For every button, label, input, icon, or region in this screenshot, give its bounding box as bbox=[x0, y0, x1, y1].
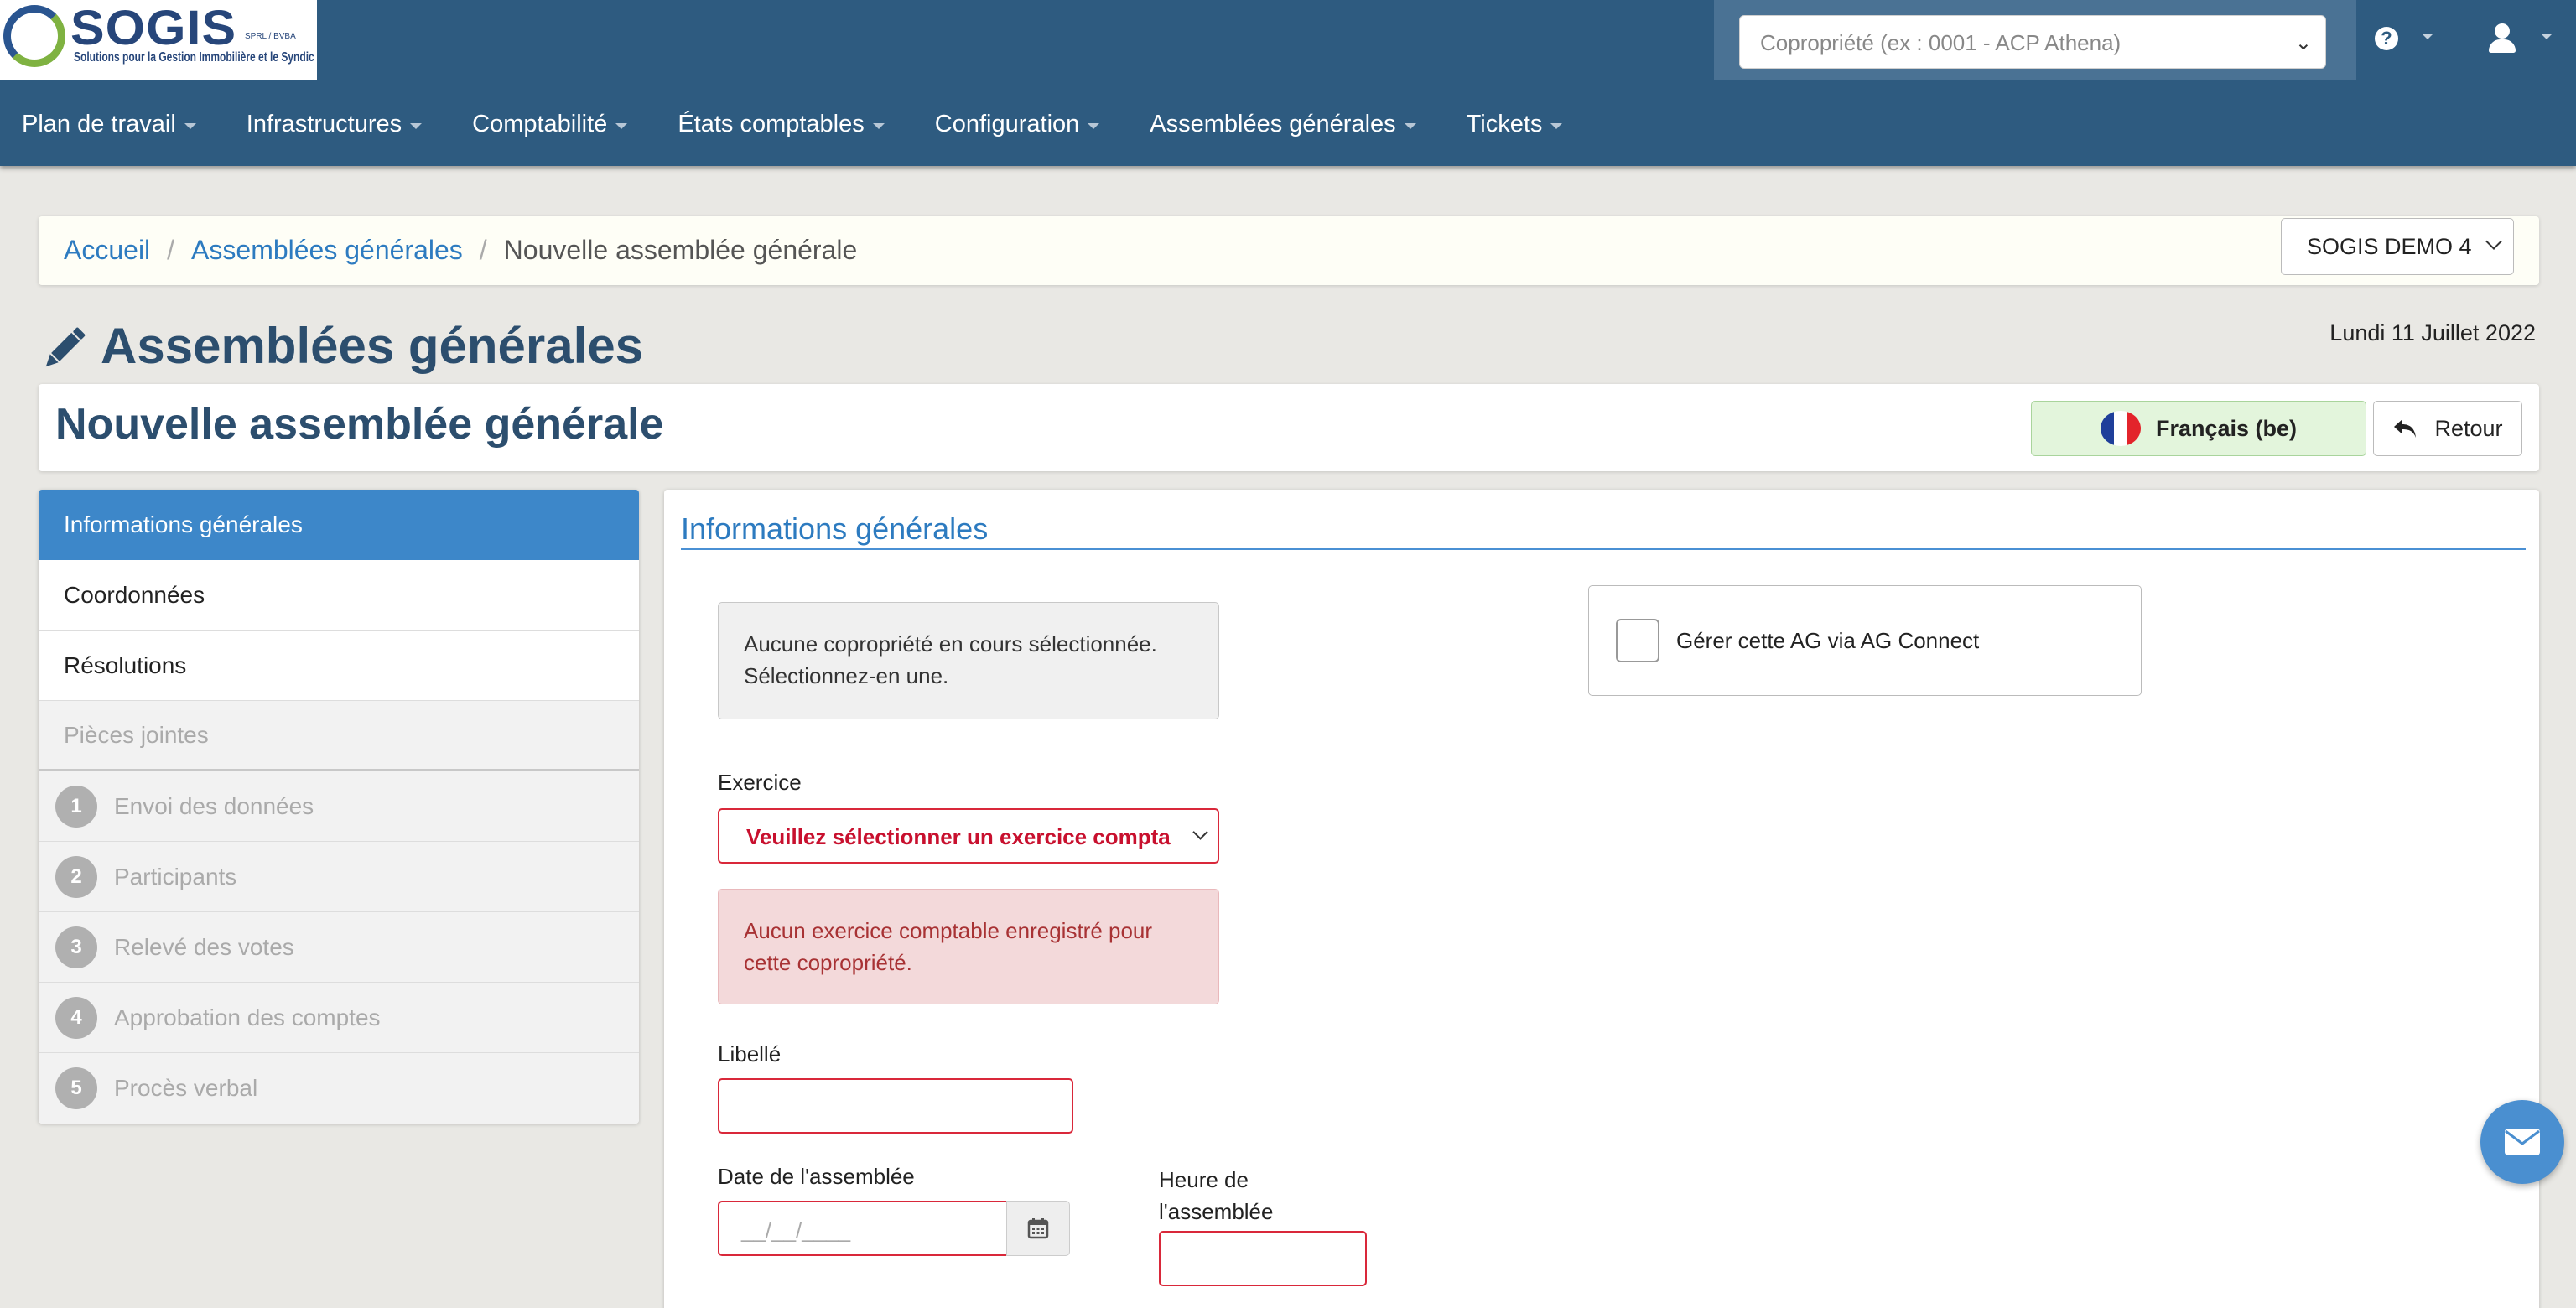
sidebar-item-resolutions[interactable]: Résolutions bbox=[39, 631, 639, 701]
chevron-down-icon bbox=[2485, 233, 2502, 250]
nav-configuration[interactable]: Configuration bbox=[935, 101, 1100, 148]
top-bar: SOGIS SPRL / BVBA Solutions pour la Gest… bbox=[0, 0, 2576, 166]
nav-comptabilite[interactable]: Comptabilité bbox=[472, 101, 628, 148]
date-input[interactable]: __/__/____ bbox=[718, 1201, 1008, 1256]
agconnect-label: Gérer cette AG via AG Connect bbox=[1676, 627, 1980, 653]
coprop-selector-zone: Copropriété (ex : 0001 - ACP Athena) ⌄ bbox=[1714, 0, 2356, 80]
back-button-label: Retour bbox=[2434, 415, 2503, 441]
caret-down-icon bbox=[1550, 122, 1563, 129]
agconnect-option[interactable]: Gérer cette AG via AG Connect bbox=[1588, 585, 2142, 696]
section-title: Informations générales bbox=[681, 511, 989, 546]
exercice-select[interactable]: Veuillez sélectionner un exercice compta bbox=[718, 808, 1219, 864]
chevron-down-icon bbox=[1192, 824, 1208, 840]
form-steps-sidebar: Informations générales Coordonnées Résol… bbox=[39, 490, 639, 1124]
nav-infrastructures[interactable]: Infrastructures bbox=[247, 101, 423, 148]
form-panel: Informations générales Aucune copropriét… bbox=[664, 490, 2539, 1308]
step-number-badge: 3 bbox=[55, 926, 97, 968]
date-input-placeholder: __/__/____ bbox=[741, 1217, 851, 1243]
sidebar-step-proces-verbal: 5 Procès verbal bbox=[39, 1053, 639, 1124]
page-date: Lundi 11 Juillet 2022 bbox=[2329, 320, 2536, 345]
no-coprop-notice: Aucune copropriété en cours sélectionnée… bbox=[718, 602, 1219, 719]
nav-tickets[interactable]: Tickets bbox=[1467, 101, 1563, 148]
subheader-card: Nouvelle assemblée générale Français (be… bbox=[39, 384, 2539, 471]
breadcrumb: Accueil / Assemblées générales / Nouvell… bbox=[39, 216, 2539, 285]
sidebar-step-releve-votes: 3 Relevé des votes bbox=[39, 912, 639, 983]
brand-logo[interactable]: SOGIS SPRL / BVBA Solutions pour la Gest… bbox=[0, 0, 317, 80]
heure-input[interactable] bbox=[1159, 1231, 1367, 1286]
chevron-down-icon: ⌄ bbox=[2294, 32, 2312, 54]
nav-assemblees-generales[interactable]: Assemblées générales bbox=[1150, 101, 1416, 148]
breadcrumb-separator: / bbox=[167, 235, 175, 265]
nav-plan-de-travail[interactable]: Plan de travail bbox=[22, 101, 196, 148]
company-select-value: SOGIS DEMO 4 bbox=[2307, 234, 2472, 259]
breadcrumb-section[interactable]: Assemblées générales bbox=[191, 235, 463, 266]
brand-tagline: Solutions pour la Gestion Immobilière et… bbox=[74, 50, 314, 65]
step-number-badge: 1 bbox=[55, 785, 97, 828]
nav-etats-comptables[interactable]: États comptables bbox=[678, 101, 885, 148]
coprop-select[interactable]: Copropriété (ex : 0001 - ACP Athena) ⌄ bbox=[1739, 15, 2326, 69]
sidebar-item-pieces-jointes: Pièces jointes bbox=[39, 701, 639, 771]
reply-icon bbox=[2394, 419, 2417, 438]
help-icon[interactable]: ? bbox=[2375, 27, 2398, 50]
logo-ring-icon bbox=[3, 5, 65, 67]
breadcrumb-separator: / bbox=[479, 235, 487, 265]
step-number-badge: 5 bbox=[55, 1067, 97, 1109]
form-page-subtitle: Nouvelle assemblée générale bbox=[55, 400, 664, 449]
page-title: Assemblées générales bbox=[101, 318, 644, 374]
caret-down-icon bbox=[872, 122, 885, 129]
agconnect-checkbox[interactable] bbox=[1616, 619, 1659, 662]
help-caret-icon[interactable] bbox=[2422, 34, 2433, 39]
exercice-select-value: Veuillez sélectionner un exercice compta bbox=[746, 824, 1171, 849]
calendar-button[interactable] bbox=[1006, 1201, 1070, 1256]
main-nav: Plan de travail Infrastructures Comptabi… bbox=[0, 101, 1613, 148]
date-label: Date de l'assemblée bbox=[718, 1164, 915, 1189]
breadcrumb-home[interactable]: Accueil bbox=[64, 235, 150, 266]
heure-label: Heure de l'assemblée bbox=[1159, 1167, 1274, 1224]
caret-down-icon bbox=[1088, 122, 1100, 129]
company-select[interactable]: SOGIS DEMO 4 bbox=[2281, 218, 2514, 275]
step-number-badge: 2 bbox=[55, 855, 97, 898]
caret-down-icon bbox=[410, 122, 423, 129]
exercice-label: Exercice bbox=[718, 770, 802, 795]
caret-down-icon bbox=[184, 122, 196, 129]
step-number-badge: 4 bbox=[55, 996, 97, 1039]
back-button[interactable]: Retour bbox=[2373, 401, 2522, 456]
sidebar-step-approbation-comptes: 4 Approbation des comptes bbox=[39, 983, 639, 1053]
section-divider bbox=[681, 548, 2526, 550]
coprop-select-placeholder: Copropriété (ex : 0001 - ACP Athena) bbox=[1760, 30, 2122, 55]
brand-legal-form: SPRL / BVBA bbox=[245, 32, 296, 41]
calendar-icon bbox=[1027, 1218, 1049, 1239]
exercice-error-alert: Aucun exercice comptable enregistré pour… bbox=[718, 889, 1219, 1004]
sidebar-item-informations-generales[interactable]: Informations générales bbox=[39, 490, 639, 560]
sidebar-step-envoi-donnees: 1 Envoi des données bbox=[39, 771, 639, 842]
caret-down-icon bbox=[1404, 122, 1416, 129]
breadcrumb-current: Nouvelle assemblée générale bbox=[503, 235, 858, 265]
contact-mail-button[interactable] bbox=[2480, 1100, 2564, 1184]
user-icon[interactable] bbox=[2487, 23, 2517, 54]
pencil-icon bbox=[45, 327, 86, 367]
flag-fr-icon bbox=[2100, 411, 2141, 446]
caret-down-icon bbox=[615, 122, 628, 129]
envelope-icon bbox=[2505, 1129, 2540, 1155]
sidebar-item-coordonnees[interactable]: Coordonnées bbox=[39, 560, 639, 631]
user-caret-icon[interactable] bbox=[2541, 34, 2553, 39]
libelle-input[interactable] bbox=[718, 1078, 1073, 1134]
language-button-label: Français (be) bbox=[2155, 415, 2298, 441]
sidebar-step-participants: 2 Participants bbox=[39, 842, 639, 912]
language-button[interactable]: Français (be) bbox=[2031, 401, 2366, 456]
libelle-label: Libellé bbox=[718, 1041, 782, 1067]
brand-name: SOGIS bbox=[70, 1, 237, 55]
